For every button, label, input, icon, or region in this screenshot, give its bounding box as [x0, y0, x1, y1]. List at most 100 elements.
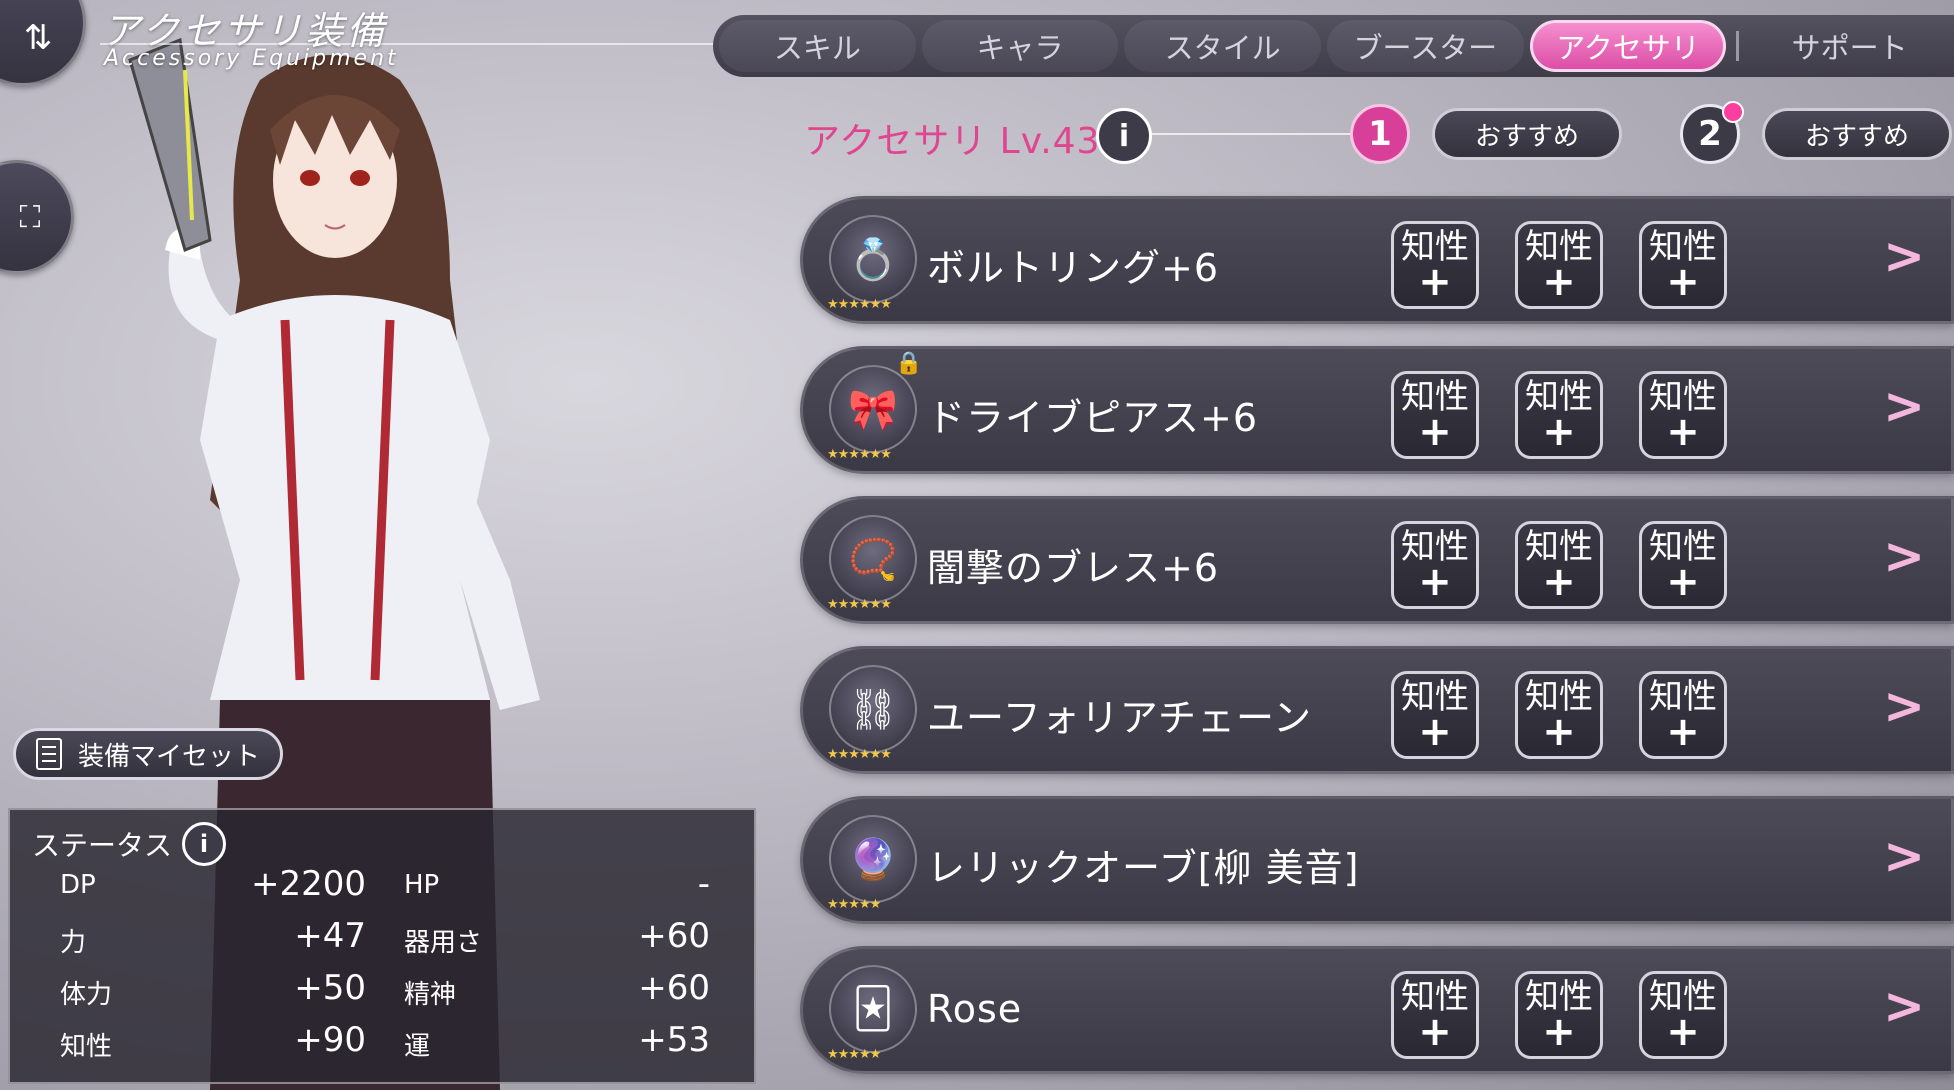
stat-label: HP: [404, 870, 440, 900]
accessory-row-2[interactable]: 🎀 🔒 ★★★★★★ ドライブピアス+6 知性 + 知性 + 知性 + >: [800, 346, 1954, 474]
accessory-row-6[interactable]: 🃏 ★★★★★ Rose 知性 + 知性 + 知性 + >: [800, 946, 1954, 1074]
chevron-right-icon[interactable]: >: [1883, 827, 1925, 885]
chain-icon: ⛓: [829, 665, 917, 753]
accessory-row-1[interactable]: 💍 ★★★★★★ ボルトリング+6 知性 + 知性 + 知性 + >: [800, 196, 1954, 324]
loadout-2-recommend-button[interactable]: おすすめ: [1762, 108, 1952, 160]
plus-icon: +: [1542, 1009, 1576, 1055]
stat-label: 器用さ: [404, 928, 483, 958]
accessory-name: ユーフォリアチェーン: [927, 696, 1313, 740]
fullscreen-button[interactable]: ⛶: [0, 160, 74, 274]
swap-icon: ⇅: [23, 18, 53, 58]
chevron-right-icon[interactable]: >: [1883, 377, 1925, 435]
stat-label: 運: [404, 1032, 431, 1062]
enhance-slot[interactable]: 知性 +: [1515, 521, 1603, 609]
status-info-icon[interactable]: i: [182, 822, 226, 866]
enhance-slot[interactable]: 知性 +: [1639, 971, 1727, 1059]
chevron-right-icon[interactable]: >: [1883, 227, 1925, 285]
plus-icon: +: [1418, 559, 1452, 605]
enhance-slot[interactable]: 知性 +: [1515, 221, 1603, 309]
accessory-name: レリックオーブ[柳 美音]: [927, 846, 1360, 890]
accessory-row-3[interactable]: 📿 ★★★★★★ 闇撃のブレス+6 知性 + 知性 + 知性 + >: [800, 496, 1954, 624]
enhance-slot[interactable]: 知性 +: [1515, 371, 1603, 459]
chevron-right-icon[interactable]: >: [1883, 527, 1925, 585]
preset-label: 装備マイセット: [78, 741, 261, 772]
fullscreen-icon: ⛶: [19, 199, 41, 235]
stat-value: +50: [294, 968, 366, 1008]
plus-icon: +: [1418, 1009, 1452, 1055]
stat-label: 精神: [404, 980, 457, 1010]
tab-bar: スキル キャラ スタイル ブースター アクセサリ サポート: [713, 15, 1954, 77]
stat-label: 知性: [60, 1032, 113, 1062]
status-panel: ステータス i DP +2200 力 +47 体力 +50 知性 +90 HP …: [8, 808, 756, 1084]
enhance-slot[interactable]: 知性 +: [1515, 971, 1603, 1059]
enhance-slot[interactable]: 知性 +: [1391, 971, 1479, 1059]
stat-value: +90: [294, 1020, 366, 1060]
stat-value: +53: [638, 1020, 710, 1060]
accessory-row-5[interactable]: 🔮 ★★★★★ レリックオーブ[柳 美音] >: [800, 796, 1954, 924]
rarity-stars: ★★★★★: [827, 1047, 881, 1062]
list-icon: [36, 738, 62, 770]
stat-label: DP: [60, 870, 96, 900]
enhance-slot[interactable]: 知性 +: [1639, 671, 1727, 759]
plus-icon: +: [1666, 1009, 1700, 1055]
plus-icon: +: [1542, 559, 1576, 605]
accessory-row-4[interactable]: ⛓ ★★★★★★ ユーフォリアチェーン 知性 + 知性 + 知性 + >: [800, 646, 1954, 774]
chevron-right-icon[interactable]: >: [1883, 677, 1925, 735]
plus-icon: +: [1542, 409, 1576, 455]
plus-icon: +: [1418, 409, 1452, 455]
stat-value: +2200: [250, 864, 366, 904]
accessory-name: ボルトリング+6: [927, 246, 1220, 290]
loadout-1-recommend-button[interactable]: おすすめ: [1432, 108, 1622, 160]
plus-icon: +: [1418, 259, 1452, 305]
level-info-icon[interactable]: i: [1096, 108, 1152, 164]
page-subtitle: Accessory Equipment: [104, 46, 399, 71]
enhance-slot[interactable]: 知性 +: [1391, 521, 1479, 609]
tab-skill[interactable]: スキル: [719, 20, 916, 72]
enhance-slot[interactable]: 知性 +: [1639, 221, 1727, 309]
plus-icon: +: [1542, 259, 1576, 305]
stat-value: +47: [294, 916, 366, 956]
rarity-stars: ★★★★★★: [827, 297, 892, 312]
bracelet-icon: 📿: [829, 515, 917, 603]
stat-value: +60: [638, 916, 710, 956]
status-title: ステータス: [32, 829, 173, 862]
tab-booster[interactable]: ブースター: [1326, 20, 1524, 72]
plus-icon: +: [1666, 709, 1700, 755]
accessory-name: ドライブピアス+6: [927, 396, 1259, 440]
stat-value: +60: [638, 968, 710, 1008]
enhance-slot[interactable]: 知性 +: [1515, 671, 1603, 759]
enhance-slot[interactable]: 知性 +: [1391, 671, 1479, 759]
plus-icon: +: [1666, 409, 1700, 455]
rose-card-icon: 🃏: [829, 965, 917, 1053]
equipment-preset-button[interactable]: 装備マイセット: [13, 728, 283, 780]
loadout-1-button[interactable]: 1: [1350, 104, 1410, 164]
stat-value: -: [697, 864, 710, 904]
orb-icon: 🔮: [829, 815, 917, 903]
lock-icon: 🔒: [895, 351, 923, 376]
stat-label: 体力: [60, 980, 113, 1010]
rarity-stars: ★★★★★★: [827, 447, 892, 462]
plus-icon: +: [1666, 259, 1700, 305]
ring-icon: 💍: [829, 215, 917, 303]
enhance-slot[interactable]: 知性 +: [1639, 371, 1727, 459]
tab-chara[interactable]: キャラ: [921, 20, 1119, 72]
tab-support[interactable]: サポート: [1751, 20, 1948, 72]
accessory-name: 闇撃のブレス+6: [927, 546, 1220, 590]
rarity-stars: ★★★★★★: [827, 597, 892, 612]
rarity-stars: ★★★★★★: [827, 747, 892, 762]
enhance-slot[interactable]: 知性 +: [1391, 371, 1479, 459]
plus-icon: +: [1666, 559, 1700, 605]
stat-label: 力: [60, 928, 87, 958]
level-divider: [1150, 133, 1350, 135]
rarity-stars: ★★★★★: [827, 897, 881, 912]
plus-icon: +: [1418, 709, 1452, 755]
chevron-right-icon[interactable]: >: [1883, 977, 1925, 1035]
plus-icon: +: [1542, 709, 1576, 755]
notification-dot: [1722, 101, 1744, 123]
enhance-slot[interactable]: 知性 +: [1639, 521, 1727, 609]
tab-style[interactable]: スタイル: [1124, 20, 1321, 72]
accessory-level-label: アクセサリ Lv.43: [804, 121, 1101, 162]
tab-accessory[interactable]: アクセサリ: [1529, 20, 1727, 72]
enhance-slot[interactable]: 知性 +: [1391, 221, 1479, 309]
tab-separator: [1736, 31, 1740, 61]
